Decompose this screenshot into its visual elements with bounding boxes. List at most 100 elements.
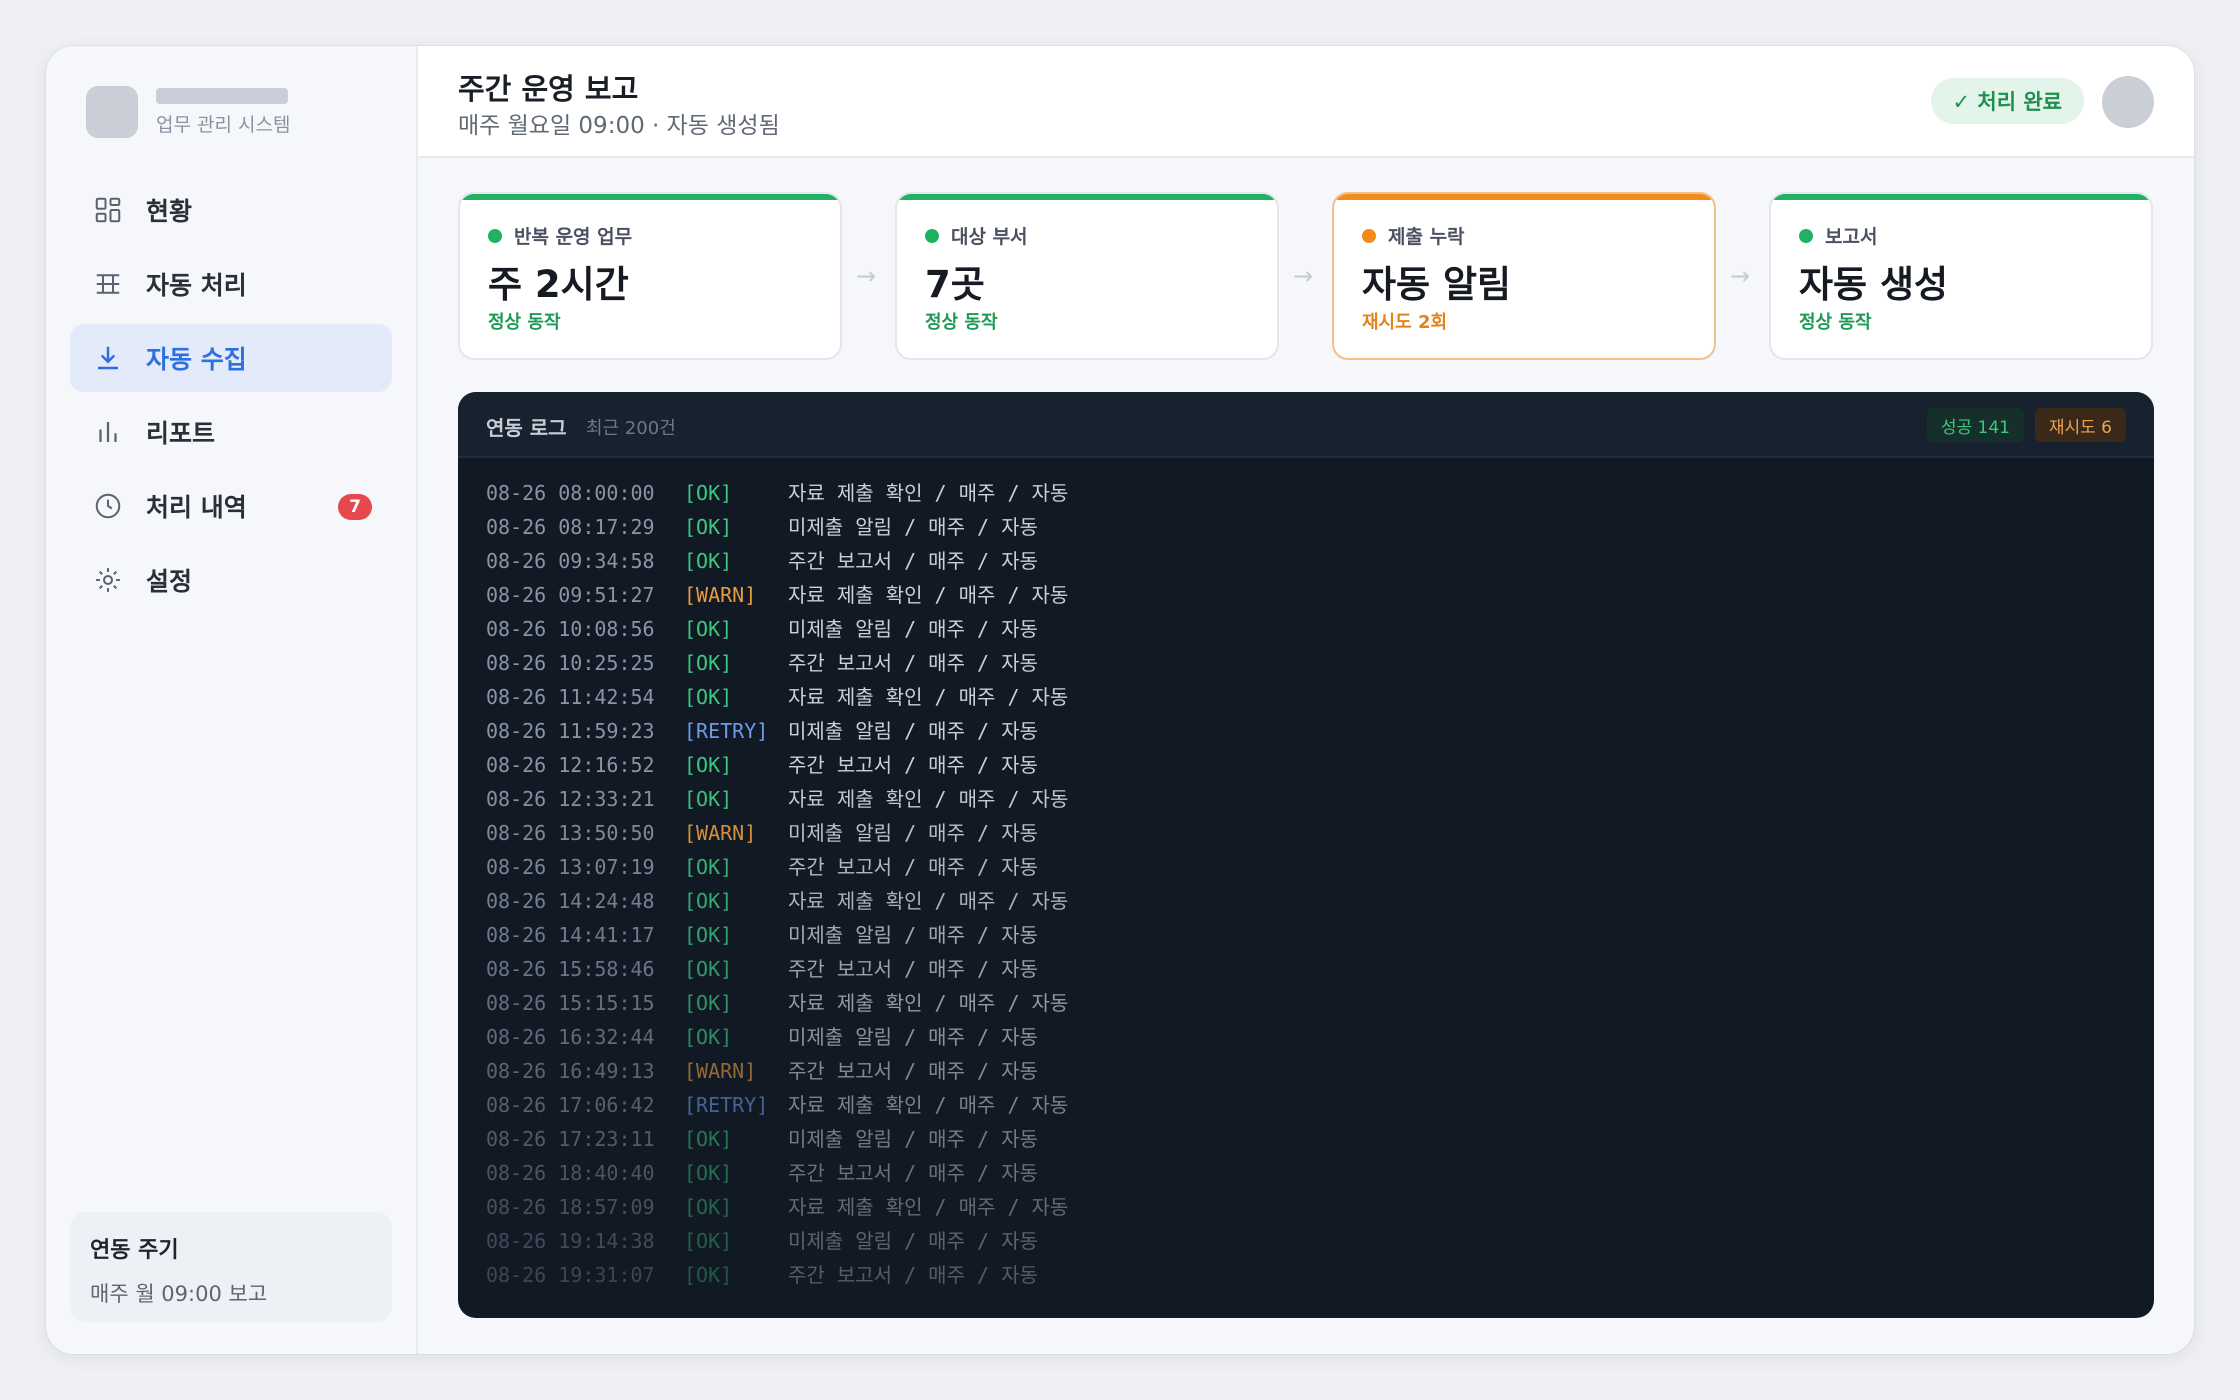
sidebar-item-auto-process[interactable]: 자동 처리 (70, 250, 392, 318)
avatar[interactable] (2102, 76, 2154, 128)
sidebar-item-auto-collect[interactable]: 자동 수집 (70, 324, 392, 392)
log-level: [OK] (684, 685, 733, 709)
log-line: 08-26 12:16:52 [OK] 주간 보고서 / 매주 / 자동 (486, 748, 1068, 782)
step-card[interactable]: 대상 부서 7곳 정상 동작 (895, 192, 1279, 360)
sidebar-item-report[interactable]: 리포트 (70, 398, 392, 466)
step-card[interactable]: 보고서 자동 생성 정상 동작 (1769, 192, 2153, 360)
step-status: 정상 동작 (925, 312, 998, 333)
step-label: 반복 운영 업무 (488, 222, 632, 249)
log-timestamp: 08-26 11:42:54 (486, 685, 655, 709)
log-line: 08-26 18:40:40 [OK] 주간 보고서 / 매주 / 자동 (486, 1156, 1068, 1190)
log-line: 08-26 11:42:54 [OK] 자료 제출 확인 / 매주 / 자동 (486, 680, 1068, 714)
log-message: 주간 보고서 / 매주 / 자동 (788, 855, 1038, 879)
status-badge: ✓ 처리 완료 (1930, 78, 2084, 124)
step-card[interactable]: 반복 운영 업무 주 2시간 정상 동작 (458, 192, 842, 360)
app-window: 업무 관리 시스템 현황 자동 처리 자동 수집 리포트 처리 내역 7 설정 … (46, 46, 2194, 1354)
step-status: 재시도 2회 (1362, 312, 1448, 333)
sidebar-item-history[interactable]: 처리 내역 7 (70, 472, 392, 540)
sidebar-item-label: 처리 내역 (146, 493, 247, 522)
log-message: 자료 제출 확인 / 매주 / 자동 (788, 787, 1069, 811)
log-message: 미제출 알림 / 매주 / 자동 (788, 617, 1038, 641)
log-message: 자료 제출 확인 / 매주 / 자동 (788, 685, 1069, 709)
main-content: 주간 운영 보고 매주 월요일 09:00 · 자동 생성됨 ✓ 처리 완료 반… (418, 46, 2194, 1354)
workflow-steps: 반복 운영 업무 주 2시간 정상 동작 → 대상 부서 7곳 정상 동작 → … (458, 192, 2154, 360)
sidebar-item-label: 리포트 (146, 419, 216, 448)
log-line: 08-26 08:00:00 [OK] 자료 제출 확인 / 매주 / 자동 (486, 476, 1068, 510)
log-line: 08-26 13:50:50 [WARN] 미제출 알림 / 매주 / 자동 (486, 816, 1068, 850)
log-timestamp: 08-26 13:07:19 (486, 855, 655, 879)
log-subtitle: 최근 200건 (586, 418, 676, 439)
log-timestamp: 08-26 18:40:40 (486, 1161, 655, 1185)
log-level: [WARN] (684, 583, 757, 607)
log-line: 08-26 16:49:13 [WARN] 주간 보고서 / 매주 / 자동 (486, 1054, 1068, 1088)
log-message: 주간 보고서 / 매주 / 자동 (788, 957, 1038, 981)
arrow-right-icon: → (856, 262, 877, 290)
log-timestamp: 08-26 11:59:23 (486, 719, 655, 743)
step-status: 정상 동작 (488, 312, 561, 333)
log-line: 08-26 19:31:07 [OK] 주간 보고서 / 매주 / 자동 (486, 1258, 1068, 1292)
brand-text: 업무 관리 시스템 (156, 87, 291, 137)
log-message: 미제출 알림 / 매주 / 자동 (788, 1229, 1038, 1253)
sidebar-item-settings[interactable]: 설정 (70, 546, 392, 614)
log-timestamp: 08-26 17:06:42 (486, 1093, 655, 1117)
log-level: [RETRY] (684, 719, 769, 743)
log-message: 자료 제출 확인 / 매주 / 자동 (788, 481, 1069, 505)
step-status-bar (460, 194, 840, 200)
sync-cycle-card: 연동 주기 매주 월 09:00 보고 (70, 1212, 392, 1322)
log-line: 08-26 19:14:38 [OK] 미제출 알림 / 매주 / 자동 (486, 1224, 1068, 1258)
step-status: 정상 동작 (1799, 312, 1872, 333)
sidebar-item-label: 설정 (146, 567, 193, 596)
success-count-tag: 성공 141 (1926, 408, 2024, 442)
log-level: [OK] (684, 1263, 733, 1287)
log-message: 자료 제출 확인 / 매주 / 자동 (788, 1093, 1069, 1117)
log-message: 미제출 알림 / 매주 / 자동 (788, 719, 1038, 743)
retry-count-tag: 재시도 6 (2034, 408, 2126, 442)
log-level: [OK] (684, 1161, 733, 1185)
step-status-bar (1334, 194, 1714, 200)
table-icon (92, 268, 124, 300)
log-line: 08-26 08:17:29 [OK] 미제출 알림 / 매주 / 자동 (486, 510, 1068, 544)
log-message: 주간 보고서 / 매주 / 자동 (788, 753, 1038, 777)
log-level: [OK] (684, 855, 733, 879)
sidebar: 업무 관리 시스템 현황 자동 처리 자동 수집 리포트 처리 내역 7 설정 … (46, 46, 418, 1354)
log-level: [OK] (684, 957, 733, 981)
clock-icon (92, 490, 124, 522)
step-value: 주 2시간 (488, 263, 629, 306)
log-level: [OK] (684, 991, 733, 1015)
page-subtitle: 매주 월요일 09:00 · 자동 생성됨 (458, 113, 780, 139)
log-line: 08-26 10:08:56 [OK] 미제출 알림 / 매주 / 자동 (486, 612, 1068, 646)
log-timestamp: 08-26 13:50:50 (486, 821, 655, 845)
sidebar-item-label: 자동 수집 (146, 345, 247, 374)
log-line: 08-26 17:06:42 [RETRY] 자료 제출 확인 / 매주 / 자동 (486, 1088, 1068, 1122)
log-list[interactable]: 08-26 08:00:00 [OK] 자료 제출 확인 / 매주 / 자동 08-2… (486, 476, 1068, 1292)
log-title: 연동 로그 (486, 416, 567, 440)
step-value: 7곳 (925, 263, 985, 306)
log-message: 주간 보고서 / 매주 / 자동 (788, 1263, 1038, 1287)
log-line: 08-26 09:51:27 [WARN] 자료 제출 확인 / 매주 / 자동 (486, 578, 1068, 612)
sidebar-item-overview[interactable]: 현황 (70, 176, 392, 244)
step-value: 자동 생성 (1799, 263, 1949, 306)
step-card[interactable]: 제출 누락 자동 알림 재시도 2회 (1332, 192, 1716, 360)
download-icon (92, 342, 124, 374)
log-line: 08-26 14:24:48 [OK] 자료 제출 확인 / 매주 / 자동 (486, 884, 1068, 918)
log-timestamp: 08-26 12:16:52 (486, 753, 655, 777)
log-level: [OK] (684, 1195, 733, 1219)
gear-icon (92, 564, 124, 596)
notification-badge: 7 (338, 494, 372, 520)
step-status-bar (897, 194, 1277, 200)
brand-subtitle: 업무 관리 시스템 (156, 113, 291, 136)
log-level: [OK] (684, 617, 733, 641)
log-line: 08-26 15:15:15 [OK] 자료 제출 확인 / 매주 / 자동 (486, 986, 1068, 1020)
grid-icon (92, 194, 124, 226)
brand-name-placeholder (156, 87, 288, 104)
page-title: 주간 운영 보고 (458, 72, 639, 106)
log-level: [WARN] (684, 1059, 757, 1083)
log-message: 주간 보고서 / 매주 / 자동 (788, 1161, 1038, 1185)
log-level: [OK] (684, 1229, 733, 1253)
log-timestamp: 08-26 08:17:29 (486, 515, 655, 539)
log-message: 미제출 알림 / 매주 / 자동 (788, 1025, 1038, 1049)
log-timestamp: 08-26 19:31:07 (486, 1263, 655, 1287)
log-level: [WARN] (684, 821, 757, 845)
sidebar-item-label: 자동 처리 (146, 271, 247, 300)
log-line: 08-26 14:41:17 [OK] 미제출 알림 / 매주 / 자동 (486, 918, 1068, 952)
